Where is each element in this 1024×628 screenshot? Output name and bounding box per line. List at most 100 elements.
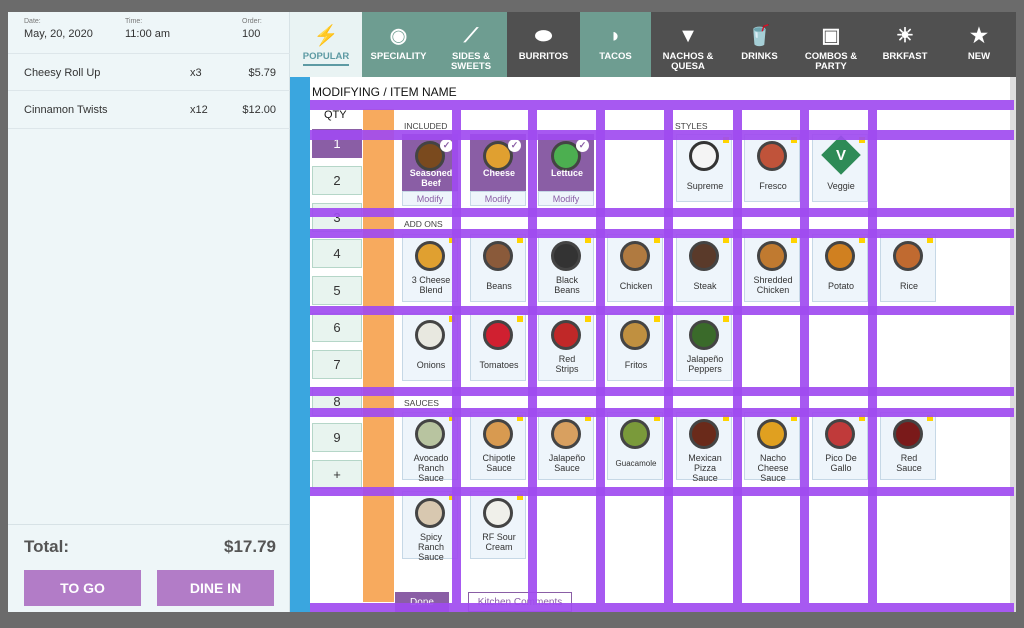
total-value: $17.79 [224, 537, 276, 556]
total-label: Total: [24, 537, 70, 556]
addon-option[interactable]: Fritos [607, 313, 663, 381]
sauce-option[interactable]: Spicy Ranch Sauce [402, 491, 458, 562]
addon-option[interactable]: Shredded Chicken [744, 234, 800, 302]
mexican-pizza-sauce-icon [689, 419, 719, 449]
style-option[interactable]: Supreme [676, 134, 732, 202]
addon-option[interactable]: Jalapeño Peppers [676, 313, 732, 381]
addon-option[interactable]: Black Beans [538, 234, 594, 302]
qty-option[interactable]: 7 [312, 350, 362, 379]
item-label: Fresco [759, 181, 787, 191]
addon-option[interactable]: Chicken [607, 234, 663, 302]
sauce-option[interactable]: Avocado Ranch Sauce [402, 412, 458, 483]
time-label: Time: [125, 18, 143, 25]
grid-overlay-line [310, 487, 1014, 496]
tab-combos-party[interactable]: ▣ COMBOS & PARTY [794, 12, 868, 77]
order-time: Time: 11:00 am [125, 18, 170, 40]
page-title: MODIFYING / ITEM NAME [312, 85, 457, 99]
addon-option[interactable]: Red Strips [538, 313, 594, 381]
beans-icon [483, 241, 513, 271]
addon-option[interactable]: Onions [402, 313, 458, 381]
sauce-option[interactable]: Nacho Cheese Sauce [744, 412, 800, 483]
qty-option[interactable]: 4 [312, 239, 362, 268]
style-option[interactable]: V Veggie [812, 134, 868, 202]
flag-marker [517, 316, 523, 322]
tab-label: SWEETS [450, 61, 492, 72]
tab-tacos[interactable]: ◗ TACOS [580, 12, 651, 77]
red-strips-icon [551, 320, 581, 350]
item-label: Veggie [827, 181, 855, 191]
tab-speciality[interactable]: ◉ SPECIALITY [362, 12, 435, 77]
sauce-option[interactable]: Chipotle Sauce [470, 412, 526, 480]
qty-option[interactable]: 6 [312, 313, 362, 342]
guacamole-icon [620, 419, 650, 449]
included-item[interactable]: ✓ Cheese [470, 134, 526, 192]
pico-de-gallo-icon [825, 419, 855, 449]
addon-option[interactable]: Steak [676, 234, 732, 302]
tab-nachos-quesa[interactable]: ▼ NACHOS & QUESA [651, 12, 725, 77]
star-icon: ★ [970, 25, 988, 47]
item-label: 3 Cheese Blend [411, 275, 451, 295]
tab-sides-sweets[interactable]: ⟋ SIDES & SWEETS [435, 12, 507, 77]
three-cheese-blend-icon [415, 241, 445, 271]
item-label: Spicy Ranch Sauce [417, 532, 444, 562]
sauce-option[interactable]: Guacamole [607, 412, 663, 480]
style-option[interactable]: Fresco [744, 134, 800, 202]
item-label: Chicken [619, 281, 653, 291]
item-label: Lettuce [550, 168, 583, 178]
to-go-button[interactable]: TO GO [24, 570, 141, 606]
tomatoes-icon [483, 320, 513, 350]
sauce-option[interactable]: Pico De Gallo [812, 412, 868, 480]
addon-option[interactable]: Beans [470, 234, 526, 302]
qty-option[interactable]: + [312, 460, 362, 489]
item-label: Jalapeño Peppers [686, 354, 724, 374]
supreme-icon [689, 141, 719, 171]
item-label: Shredded Chicken [753, 275, 793, 295]
flag-marker [585, 316, 591, 322]
tab-label: TACOS [599, 51, 632, 62]
sauce-option[interactable]: Jalapeño Sauce [538, 412, 594, 480]
order-value: 100 [242, 28, 261, 40]
tab-label: SPECIALITY [370, 51, 427, 62]
tab-label: PARTY [815, 61, 847, 72]
tab-new[interactable]: ★ NEW [942, 12, 1016, 77]
order-line-item[interactable]: Cinnamon Twists x12 $12.00 [8, 91, 290, 129]
included-item[interactable]: ✓ Seasoned Beef [402, 134, 458, 192]
qty-option[interactable]: 9 [312, 423, 362, 452]
addon-option[interactable]: 3 Cheese Blend [402, 234, 458, 302]
tab-label: BURRITOS [518, 51, 569, 62]
dine-in-button[interactable]: DINE IN [157, 570, 274, 606]
date-value: May, 20, 2020 [24, 28, 93, 40]
sauce-option[interactable]: RF Sour Cream [470, 491, 526, 559]
sunrise-icon: ☀ [896, 25, 914, 47]
included-item[interactable]: ✓ Lettuce [538, 134, 594, 192]
sauce-option[interactable]: Mexican Pizza Sauce [676, 412, 732, 483]
tab-burritos[interactable]: ⬬ BURRITOS [507, 12, 580, 77]
modify-button[interactable]: Modify [470, 191, 526, 206]
qty-option[interactable]: 5 [312, 276, 362, 305]
sauce-option[interactable]: Red Sauce [880, 412, 936, 480]
modify-button[interactable]: Modify [538, 191, 594, 206]
addon-option[interactable]: Tomatoes [470, 313, 526, 381]
tab-drinks[interactable]: 🥤 DRINKS [725, 12, 794, 77]
grid-overlay-line [310, 100, 1014, 110]
tab-label: POPULAR [302, 52, 350, 66]
addon-option[interactable]: Potato [812, 234, 868, 302]
nachos-icon: ▼ [678, 25, 698, 47]
tab-brkfast[interactable]: ☀ BRKFAST [868, 12, 942, 77]
scrollbar[interactable] [1010, 77, 1016, 612]
modify-button[interactable]: Modify [402, 191, 458, 206]
tab-popular[interactable]: ⚡ POPULAR [290, 12, 362, 77]
item-label: Supreme [686, 181, 724, 191]
addon-option[interactable]: Rice [880, 234, 936, 302]
grid-overlay-line [596, 110, 605, 603]
chipotle-sauce-icon [483, 419, 513, 449]
tab-label: DRINKS [741, 51, 778, 62]
order-date: Date: May, 20, 2020 [24, 18, 93, 40]
order-line-item[interactable]: Cheesy Roll Up x3 $5.79 [8, 53, 290, 91]
item-label: Steak [693, 281, 717, 291]
fritos-icon [620, 320, 650, 350]
item-price: $5.79 [248, 67, 276, 79]
burrito-icon: ⬬ [534, 25, 553, 47]
qty-option[interactable]: 2 [312, 166, 362, 195]
item-label: Onions [416, 360, 446, 370]
